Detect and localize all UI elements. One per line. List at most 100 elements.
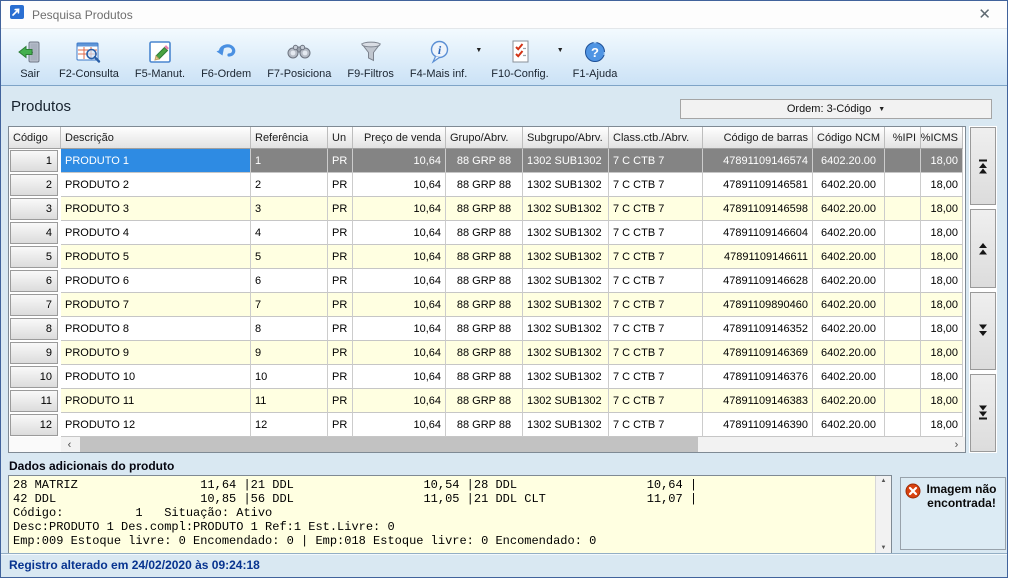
toolbar: Sair F2-Consulta F5-Manut. F6-Ordem F7-P… (1, 29, 1007, 86)
row-indicator-cell[interactable]: 12 (9, 413, 61, 437)
scroll-down-icon[interactable]: ▼ (881, 545, 887, 551)
column-header-barras[interactable]: Código de barras (703, 127, 813, 149)
row-number-button[interactable]: 5 (10, 246, 58, 268)
scroll-right-icon[interactable]: › (948, 437, 965, 452)
row-number-button[interactable]: 9 (10, 342, 58, 364)
row-number-button[interactable]: 3 (10, 198, 58, 220)
page-up-button[interactable] (970, 209, 996, 287)
row-indicator-cell[interactable]: 5 (9, 245, 61, 269)
column-header-ncm[interactable]: Código NCM (813, 127, 885, 149)
f4-mais-inf-button[interactable]: i F4-Mais inf. (402, 31, 475, 84)
column-header-grupo[interactable]: Grupo/Abrv. (446, 127, 523, 149)
row-number-button[interactable]: 2 (10, 174, 58, 196)
table-row[interactable]: 9PRODUTO 99PR10,6488 GRP 881302 SUB13027… (9, 341, 965, 365)
mais-inf-dropdown-icon[interactable]: ▼ (475, 47, 482, 54)
row-number-button[interactable]: 6 (10, 270, 58, 292)
table-row[interactable]: 6PRODUTO 66PR10,6488 GRP 881302 SUB13027… (9, 269, 965, 293)
row-indicator-cell[interactable]: 3 (9, 197, 61, 221)
column-header-referencia[interactable]: Referência (251, 127, 328, 149)
cell-referencia: 2 (251, 173, 328, 197)
sair-button[interactable]: Sair (9, 31, 51, 84)
cell-preco: 10,64 (353, 413, 446, 437)
cell-grupo: 88 GRP 88 (446, 293, 523, 317)
row-number-button[interactable]: 10 (10, 366, 58, 388)
page-down-button[interactable] (970, 292, 996, 370)
table-row[interactable]: 11PRODUTO 1111PR10,6488 GRP 881302 SUB13… (9, 389, 965, 413)
f7-posiciona-button[interactable]: F7-Posiciona (259, 31, 339, 84)
column-header-icms[interactable]: %ICMS (921, 127, 963, 149)
table-row[interactable]: 4PRODUTO 44PR10,6488 GRP 881302 SUB13027… (9, 221, 965, 245)
row-number-button[interactable]: 7 (10, 294, 58, 316)
row-indicator-cell[interactable]: 8 (9, 317, 61, 341)
row-indicator-cell[interactable]: 11 (9, 389, 61, 413)
cell-subgrupo: 1302 SUB1302 (523, 293, 609, 317)
column-header-ipi[interactable]: %IPI (885, 127, 921, 149)
cell-ncm: 6402.20.00 (813, 269, 885, 293)
close-icon[interactable]: ✕ (972, 5, 997, 24)
row-indicator-cell[interactable]: 6 (9, 269, 61, 293)
order-selector-button[interactable]: Ordem: 3-Código ▼ (680, 99, 992, 119)
f5-manut-button[interactable]: F5-Manut. (127, 31, 193, 84)
column-header-preco[interactable]: Preço de venda (353, 127, 446, 149)
cell-ipi (885, 389, 921, 413)
cell-ipi (885, 269, 921, 293)
table-row[interactable]: 3PRODUTO 33PR10,6488 GRP 881302 SUB13027… (9, 197, 965, 221)
row-number-button[interactable]: 1 (10, 150, 58, 172)
column-header-descricao[interactable]: Descrição (61, 127, 251, 149)
horizontal-scrollbar[interactable]: ‹ › (9, 437, 965, 452)
cell-un: PR (328, 197, 353, 221)
cell-ncm: 6402.20.00 (813, 293, 885, 317)
column-header-un[interactable]: Un (328, 127, 353, 149)
table-row[interactable]: 5PRODUTO 55PR10,6488 GRP 881302 SUB13027… (9, 245, 965, 269)
table-row[interactable]: 2PRODUTO 22PR10,6488 GRP 881302 SUB13027… (9, 173, 965, 197)
row-indicator-cell[interactable]: 7 (9, 293, 61, 317)
scroll-left-icon[interactable]: ‹ (61, 437, 78, 452)
scroll-up-icon[interactable]: ▲ (881, 478, 887, 484)
row-indicator-cell[interactable]: 9 (9, 341, 61, 365)
row-indicator-cell[interactable]: 4 (9, 221, 61, 245)
product-details-memo[interactable]: 28 MATRIZ 11,64 |21 DDL 10,54 |28 DDL 10… (8, 475, 892, 554)
column-header-codigo[interactable]: Código (9, 127, 61, 149)
cell-barras: 47891109146390 (703, 413, 813, 437)
cell-ipi (885, 341, 921, 365)
column-header-classctb[interactable]: Class.ctb./Abrv. (609, 127, 703, 149)
table-row[interactable]: 10PRODUTO 1010PR10,6488 GRP 881302 SUB13… (9, 365, 965, 389)
scrollbar-track[interactable] (78, 437, 948, 452)
f10-config-button[interactable]: F10-Config. (483, 31, 556, 84)
row-indicator-cell[interactable]: 2 (9, 173, 61, 197)
cell-classctb: 7 C CTB 7 (609, 173, 703, 197)
f1-ajuda-button[interactable]: ? F1-Ajuda (565, 31, 626, 84)
config-dropdown-icon[interactable]: ▼ (557, 47, 564, 54)
f6-ordem-button[interactable]: F6-Ordem (193, 31, 259, 84)
cell-subgrupo: 1302 SUB1302 (523, 365, 609, 389)
cell-grupo: 88 GRP 88 (446, 245, 523, 269)
row-number-button[interactable]: 12 (10, 414, 58, 436)
cell-barras: 47891109890460 (703, 293, 813, 317)
cell-subgrupo: 1302 SUB1302 (523, 173, 609, 197)
last-record-button[interactable] (970, 374, 996, 452)
column-header-subgrupo[interactable]: Subgrupo/Abrv. (523, 127, 609, 149)
cell-descricao: PRODUTO 11 (61, 389, 251, 413)
cell-preco: 10,64 (353, 317, 446, 341)
table-row[interactable]: 12PRODUTO 1212PR10,6488 GRP 881302 SUB13… (9, 413, 965, 437)
row-indicator-cell[interactable]: 10 (9, 365, 61, 389)
table-row[interactable]: 1PRODUTO 11PR10,6488 GRP 881302 SUB13027… (9, 149, 965, 173)
cell-referencia: 7 (251, 293, 328, 317)
cell-icms: 18,00 (921, 317, 963, 341)
cell-preco: 10,64 (353, 269, 446, 293)
first-record-button[interactable] (970, 127, 996, 205)
table-row[interactable]: 8PRODUTO 88PR10,6488 GRP 881302 SUB13027… (9, 317, 965, 341)
toolbar-button-label: F1-Ajuda (573, 68, 618, 80)
row-number-button[interactable]: 8 (10, 318, 58, 340)
f9-filtros-button[interactable]: F9-Filtros (339, 31, 401, 84)
row-indicator-cell[interactable]: 1 (9, 149, 61, 173)
f2-consulta-button[interactable]: F2-Consulta (51, 31, 127, 84)
row-number-button[interactable]: 4 (10, 222, 58, 244)
cell-classctb: 7 C CTB 7 (609, 413, 703, 437)
scrollbar-thumb[interactable] (80, 437, 698, 452)
memo-vertical-scrollbar[interactable]: ▲ ▼ (875, 476, 891, 553)
cell-barras: 47891109146352 (703, 317, 813, 341)
row-number-button[interactable]: 11 (10, 390, 58, 412)
table-row[interactable]: 7PRODUTO 77PR10,6488 GRP 881302 SUB13027… (9, 293, 965, 317)
edit-pencil-icon (147, 38, 173, 66)
